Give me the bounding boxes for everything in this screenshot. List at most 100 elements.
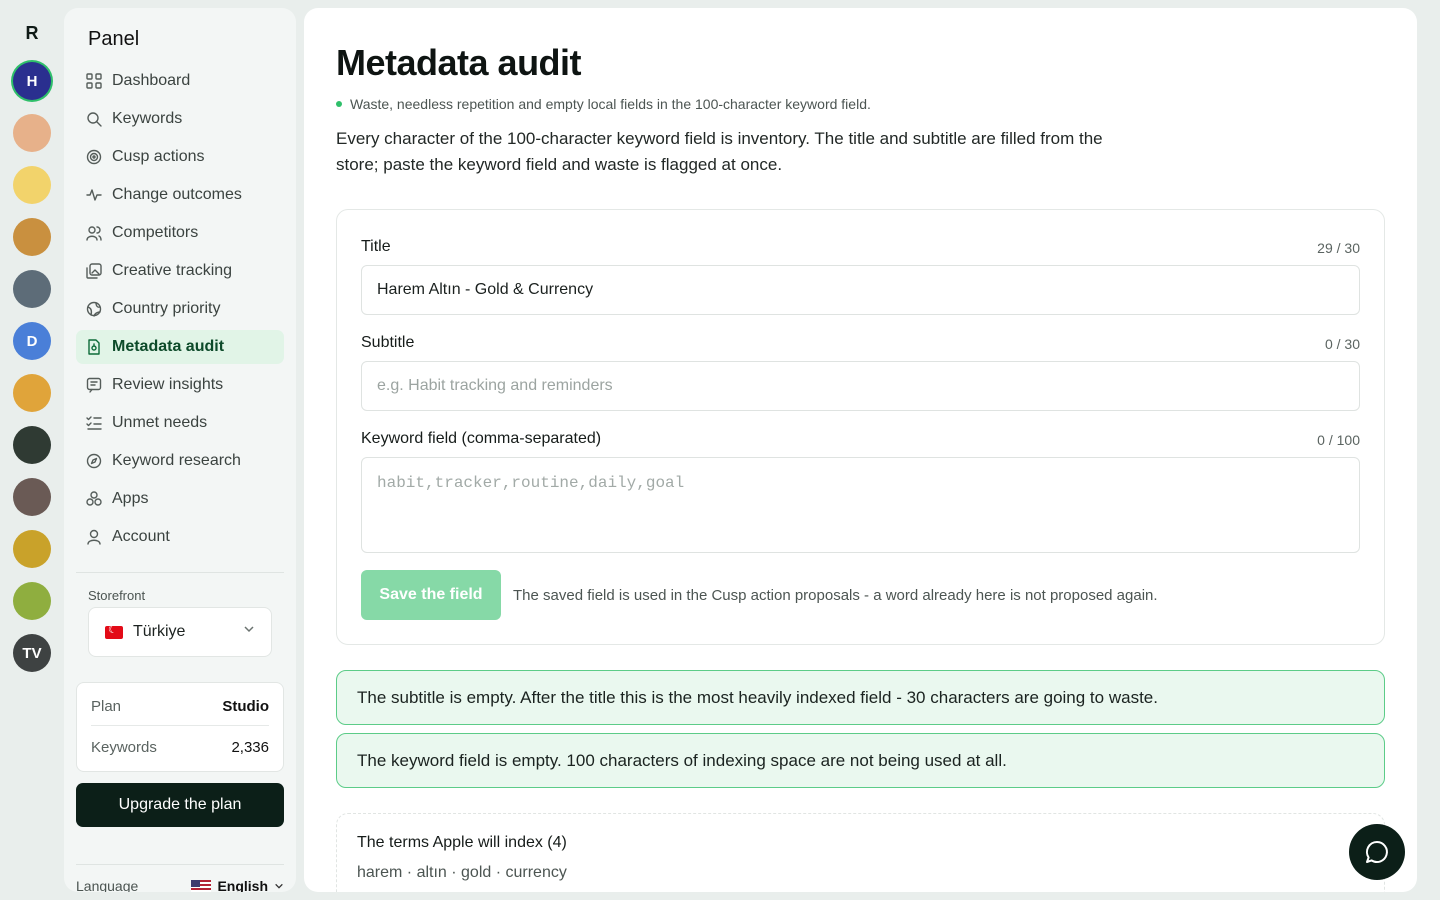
apps-icon: [86, 491, 102, 507]
language-select[interactable]: English: [191, 878, 284, 892]
keyword-field-label: Keyword field (comma-separated): [361, 430, 602, 447]
app-icon[interactable]: [13, 478, 51, 516]
sidebar-item-label: Metadata audit: [112, 338, 225, 355]
app-icon[interactable]: [13, 114, 51, 152]
chat-bubble-icon: [1366, 840, 1388, 863]
sidebar-item-apps[interactable]: Apps: [76, 482, 284, 516]
sidebar-item-cusp-actions[interactable]: Cusp actions: [76, 140, 284, 174]
app-icon[interactable]: D: [13, 322, 51, 360]
sidebar-divider: [76, 864, 284, 865]
sidebar-item-label: Country priority: [112, 300, 221, 317]
sidebar: Panel Dashboard Keywords Cusp actions Chang…: [64, 8, 296, 892]
chevron-down-icon: [275, 883, 283, 889]
sidebar-item-change-outcomes[interactable]: Change outcomes: [76, 178, 284, 212]
sidebar-title: Panel: [88, 28, 140, 50]
sidebar-item-unmet-needs[interactable]: Unmet needs: [76, 406, 284, 440]
storefront-select[interactable]: Türkiye: [88, 607, 272, 657]
keywords-value: 2,336: [231, 739, 269, 756]
app-icon[interactable]: [13, 218, 51, 256]
sidebar-divider: [76, 572, 284, 573]
intro-text: Every character of the 100-character key…: [336, 129, 1103, 174]
language-value: English: [217, 878, 268, 892]
subtitle-label: Subtitle: [361, 334, 415, 351]
plan-card: Plan Studio Keywords 2,336: [76, 682, 284, 772]
app-list: H D TV: [13, 62, 51, 672]
save-note: The saved field is used in the Cusp acti…: [513, 587, 1158, 604]
plan-value: Studio: [222, 698, 269, 715]
users-icon: [86, 225, 102, 241]
sidebar-item-label: Competitors: [112, 224, 199, 241]
app-icon[interactable]: [13, 270, 51, 308]
logo[interactable]: R: [21, 22, 43, 44]
subtitle-char-count: 0 / 30: [1324, 336, 1360, 352]
keywords-row: Keywords 2,336: [91, 739, 269, 756]
app-icon[interactable]: [13, 426, 51, 464]
keyword-field-textarea[interactable]: habit,tracker,routine,daily,goal: [361, 457, 1360, 553]
chevron-down-icon: [243, 623, 255, 638]
sidebar-item-keyword-research[interactable]: Keyword research: [76, 444, 284, 478]
checklist-icon: [86, 415, 102, 431]
page-subtitle-text: Waste, needless repetition and empty loc…: [350, 96, 871, 112]
grid-icon: [86, 73, 102, 89]
sidebar-item-metadata-audit[interactable]: Metadata audit: [76, 330, 284, 364]
title-input[interactable]: Harem Altın - Gold & Currency: [361, 265, 1360, 315]
sidebar-item-review-insights[interactable]: Review insights: [76, 368, 284, 402]
subtitle-empty-alert: The subtitle is empty. After the title t…: [336, 670, 1385, 725]
chat-button[interactable]: [1349, 824, 1405, 880]
image-icon: [86, 263, 102, 279]
language-row: Language English: [76, 878, 284, 892]
sidebar-nav: Dashboard Keywords Cusp actions Change outc…: [76, 64, 284, 558]
title-char-count: 29 / 30: [1317, 240, 1360, 256]
page-subtitle: Waste, needless repetition and empty loc…: [336, 96, 871, 112]
language-label: Language: [76, 878, 139, 892]
app-icon[interactable]: [13, 166, 51, 204]
plan-divider: [91, 725, 269, 726]
sidebar-item-label: Cusp actions: [112, 148, 205, 165]
sidebar-item-label: Keywords: [112, 110, 183, 127]
storefront-label: Storefront: [88, 588, 146, 603]
app-icon[interactable]: H: [13, 62, 51, 100]
document-icon: [86, 339, 102, 355]
keywords-label: Keywords: [91, 739, 157, 756]
plan-row: Plan Studio: [91, 698, 269, 715]
user-icon: [86, 529, 102, 545]
sidebar-item-country-priority[interactable]: Country priority: [76, 292, 284, 326]
subtitle-input[interactable]: e.g. Habit tracking and reminders: [361, 361, 1360, 411]
search-icon: [86, 111, 102, 127]
upgrade-plan-button[interactable]: Upgrade the plan: [76, 783, 284, 827]
save-field-button[interactable]: Save the field: [361, 570, 501, 620]
indexed-terms-card: The terms Apple will index (4) harem · a…: [336, 813, 1385, 892]
sidebar-item-label: Unmet needs: [112, 414, 208, 431]
message-icon: [86, 377, 102, 393]
app-icon[interactable]: [13, 374, 51, 412]
app-rail: R H D TV: [0, 0, 64, 900]
globe-icon: [86, 301, 102, 317]
app-icon[interactable]: [13, 530, 51, 568]
sidebar-item-label: Review insights: [112, 376, 224, 393]
metadata-form: Title 29 / 30 Harem Altın - Gold & Curre…: [336, 209, 1385, 645]
sidebar-item-label: Dashboard: [112, 72, 191, 89]
plan-label: Plan: [91, 698, 122, 715]
sidebar-item-competitors[interactable]: Competitors: [76, 216, 284, 250]
status-dot-icon: [336, 101, 342, 107]
sidebar-item-keywords[interactable]: Keywords: [76, 102, 284, 136]
title-label: Title: [361, 238, 391, 255]
sidebar-item-label: Account: [112, 528, 170, 545]
sidebar-item-label: Apps: [112, 490, 149, 507]
storefront-value: Türkiye: [133, 623, 186, 640]
app-icon[interactable]: [13, 582, 51, 620]
sidebar-item-label: Change outcomes: [112, 186, 242, 203]
sidebar-item-account[interactable]: Account: [76, 520, 284, 554]
target-icon: [86, 149, 102, 165]
indexed-terms-title: The terms Apple will index (4): [357, 834, 567, 851]
app-icon[interactable]: TV: [13, 634, 51, 672]
us-flag-icon: [191, 879, 212, 892]
sidebar-item-creative-tracking[interactable]: Creative tracking: [76, 254, 284, 288]
main-content: Metadata audit Waste, needless repetitio…: [304, 8, 1417, 892]
sidebar-item-label: Keyword research: [112, 452, 241, 469]
keyword-char-count: 0 / 100: [1317, 432, 1360, 448]
sidebar-item-dashboard[interactable]: Dashboard: [76, 64, 284, 98]
keyword-empty-alert: The keyword field is empty. 100 characte…: [336, 733, 1385, 788]
indexed-terms-list: harem · altın · gold · currency: [357, 864, 567, 881]
sidebar-item-label: Creative tracking: [112, 262, 233, 279]
